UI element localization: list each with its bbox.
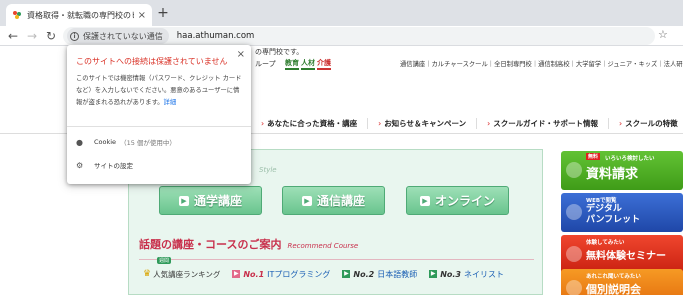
- cta-label: デジタル パンフレット: [586, 204, 641, 225]
- site-settings-label: サイトの設定: [94, 162, 133, 170]
- cta-label: 資料請求: [586, 167, 639, 182]
- back-icon[interactable]: ←: [5, 28, 21, 44]
- group-label: ループ: [255, 60, 276, 68]
- arrow-right-icon: ▶: [301, 195, 312, 206]
- recommend-subtitle: Recommend Course: [287, 242, 359, 250]
- cta-label: 個別説明会: [586, 283, 641, 295]
- seminar-icon: [566, 246, 582, 262]
- button-label: 通学講座: [193, 194, 242, 208]
- rank-course-link[interactable]: 日本語教師: [377, 269, 417, 280]
- nav-item-label: あなたに合った資格・講座: [267, 118, 358, 128]
- details-link[interactable]: 詳細: [164, 99, 177, 106]
- quick-links: 教育 人材 介護: [285, 58, 331, 70]
- popup-message: このサイトでは機密情報（パスワード、クレジット カードなど）を入力しないでくださ…: [76, 75, 242, 106]
- tab-title: 資格取得・就転職の専門校のヒュー: [27, 10, 134, 20]
- rank-course-link[interactable]: ITプログラミング: [267, 269, 330, 280]
- weekly-badge: 週間: [157, 257, 172, 264]
- cta-label: 無料体験セミナー: [586, 251, 666, 262]
- site-info-popup: × このサイトへの接続は保護されていません このサイトでは機密情報（パスワード、…: [67, 45, 251, 184]
- online-course-button[interactable]: ▶ オンライン: [406, 186, 509, 215]
- address-bar[interactable]: i 保護されていない通信 haa.athuman.com: [63, 27, 655, 45]
- rank-course-link[interactable]: ネイリスト: [464, 269, 504, 280]
- arrow-right-icon: ▶: [419, 195, 430, 206]
- chevron-right-icon: ›: [378, 118, 382, 128]
- document-icon: [566, 162, 582, 178]
- book-icon: [566, 204, 582, 220]
- bookmark-star-icon[interactable]: ☆: [658, 28, 668, 41]
- cta-caption: いろいろ検討したい: [605, 156, 655, 162]
- chevron-right-icon: ›: [261, 118, 265, 128]
- nav-item-label: スクールの特徴: [625, 118, 678, 128]
- site-tagline: の専門校です。: [255, 48, 304, 56]
- correspondence-course-button[interactable]: ▶ 通信講座: [282, 186, 385, 215]
- tab-strip: 資格取得・就転職の専門校のヒュー × +: [0, 0, 683, 26]
- nav-item-guide[interactable]: › スクールガイド・サポート情報: [476, 117, 608, 129]
- ranking-item-2[interactable]: ▶ No.2 日本語教師: [342, 269, 417, 280]
- cookie-count: （15 個が使用中）: [120, 139, 176, 147]
- arrow-right-icon: ▶: [342, 270, 351, 278]
- nav-item-label: スクールガイド・サポート情報: [493, 118, 599, 128]
- rank-number: No.1: [243, 269, 265, 279]
- top-links[interactable]: 通信講座｜カルチャースクール｜全日制専門校｜通信制高校｜大学留学｜ジュニア・キッ…: [400, 59, 683, 68]
- quick-link-hr[interactable]: 人材: [301, 58, 315, 70]
- cookie-icon: ●: [76, 137, 83, 147]
- arrow-right-icon: ▶: [178, 195, 189, 206]
- new-tab-button[interactable]: +: [156, 6, 170, 20]
- quick-link-care[interactable]: 介護: [317, 58, 331, 70]
- arrow-right-icon: ▶: [232, 270, 241, 278]
- reload-icon[interactable]: ↻: [43, 28, 59, 44]
- url-text[interactable]: haa.athuman.com: [177, 31, 255, 41]
- quick-link-education[interactable]: 教育: [285, 58, 299, 70]
- cta-caption: 体験してみたい: [586, 240, 625, 246]
- forward-icon[interactable]: →: [24, 28, 40, 44]
- commute-course-button[interactable]: ▶ 通学講座: [159, 186, 262, 215]
- chat-icon: [566, 280, 582, 295]
- recommend-divider: [139, 259, 534, 260]
- cookie-label: Cookie: [94, 138, 117, 146]
- popup-body: このサイトでは機密情報（パスワード、クレジット カードなど）を入力しないでくださ…: [76, 73, 244, 109]
- ranking-item-3[interactable]: ▶ No.3 ネイリスト: [429, 269, 504, 280]
- browser-toolbar: ← → ↻ i 保護されていない通信 haa.athuman.com ☆: [0, 26, 683, 46]
- gear-icon: ⚙: [76, 160, 84, 170]
- site-favicon-icon: [12, 10, 22, 20]
- browser-tab[interactable]: 資格取得・就転職の専門校のヒュー ×: [6, 4, 152, 26]
- chevron-right-icon: ›: [619, 118, 623, 128]
- request-materials-button[interactable]: 無料 いろいろ検討したい 資料請求: [561, 151, 683, 190]
- nav-item-features[interactable]: › スクールの特徴: [608, 117, 683, 129]
- ranking-item-1[interactable]: ▶ No.1 ITプログラミング: [232, 269, 330, 280]
- recommend-title: 話題の講座・コースのご案内: [139, 238, 282, 251]
- global-nav: › あなたに合った資格・講座 › お知らせ＆キャンペーン › スクールガイド・サポート…: [250, 114, 683, 132]
- info-icon: i: [70, 31, 79, 41]
- cookie-row[interactable]: ● Cookie （15 個が使用中）: [76, 137, 176, 148]
- ranking-label: 人気講座ランキング: [153, 269, 221, 279]
- recommend-heading: 話題の講座・コースのご案内 Recommend Course: [139, 236, 534, 258]
- free-badge: 無料: [586, 153, 601, 160]
- style-heading: Style: [259, 166, 277, 174]
- rank-number: No.3: [440, 269, 461, 279]
- security-label: 保護されていない通信: [83, 31, 163, 41]
- nav-item-news[interactable]: › お知らせ＆キャンペーン: [367, 117, 476, 129]
- chevron-right-icon: ›: [487, 118, 491, 128]
- popup-title: このサイトへの接続は保護されていません: [76, 57, 228, 66]
- site-settings-row[interactable]: ⚙ サイトの設定: [76, 160, 133, 171]
- individual-session-button[interactable]: あれこれ聞いてみたい 個別説明会: [561, 269, 683, 295]
- crown-icon: ♛: [143, 269, 152, 279]
- rank-number: No.2: [353, 269, 375, 279]
- ranking-row: 週間 ♛ 人気講座ランキング ▶ No.1 ITプログラミング ▶ No.2 日…: [143, 257, 538, 283]
- popup-divider: [67, 126, 251, 127]
- digital-pamphlet-button[interactable]: WEBで閲覧 デジタル パンフレット: [561, 193, 683, 232]
- cta-caption: WEBで閲覧: [586, 198, 617, 204]
- close-icon[interactable]: ×: [237, 49, 245, 60]
- cta-caption: あれこれ聞いてみたい: [586, 274, 641, 280]
- nav-item-label: お知らせ＆キャンペーン: [384, 118, 467, 128]
- button-label: オンライン: [434, 194, 495, 208]
- arrow-right-icon: ▶: [429, 270, 438, 278]
- tab-close-icon[interactable]: ×: [138, 10, 146, 21]
- nav-item-courses[interactable]: › あなたに合った資格・講座: [250, 117, 367, 129]
- security-chip[interactable]: i 保護されていない通信: [67, 28, 169, 44]
- button-label: 通信講座: [316, 194, 365, 208]
